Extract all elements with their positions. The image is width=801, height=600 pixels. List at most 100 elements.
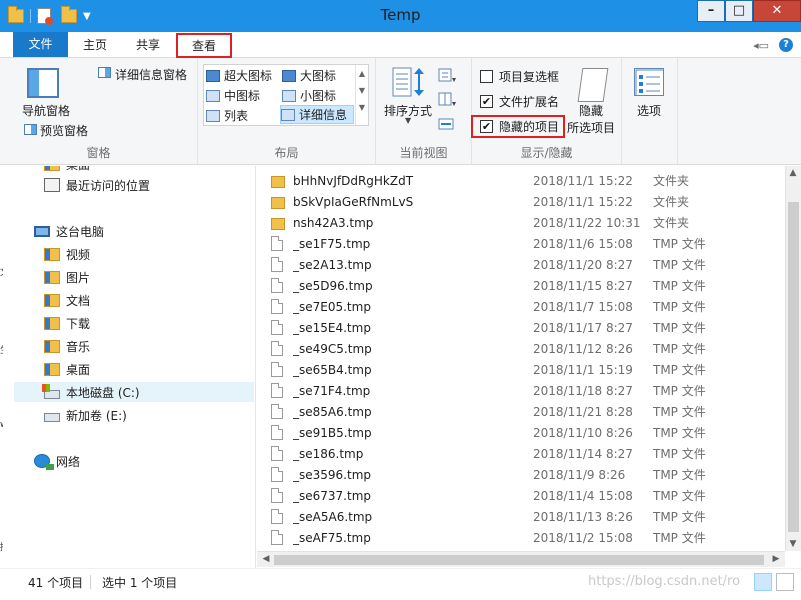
file-row[interactable]: bSkVpIaGeRfNmLvS 2018/11/1 15:22 文件夹 [271, 191, 783, 212]
file-date: 2018/11/17 8:27 [533, 320, 633, 335]
nav-item-new-volume[interactable]: 新加卷 (E:) [44, 405, 127, 425]
file-row[interactable]: _seAF75.tmp 2018/11/2 15:08 TMP 文件 [271, 527, 783, 548]
group-by-icon[interactable] [438, 68, 456, 84]
file-row[interactable]: _se65B4.tmp 2018/11/1 15:19 TMP 文件 [271, 359, 783, 380]
item-checkboxes-checkbox[interactable] [480, 70, 493, 83]
layout-medium-icons[interactable]: 中图标 [206, 86, 260, 105]
file-row[interactable]: _se5D96.tmp 2018/11/15 8:27 TMP 文件 [271, 275, 783, 296]
layout-list[interactable]: 列表 [206, 106, 248, 125]
background-window-edge: 文 [0, 265, 3, 279]
details-pane-button[interactable]: 详细信息窗格 [115, 66, 187, 83]
file-row[interactable]: _se85A6.tmp 2018/11/21 8:28 TMP 文件 [271, 401, 783, 422]
file-row[interactable]: _se7E05.tmp 2018/11/7 15:08 TMP 文件 [271, 296, 783, 317]
nav-item-music[interactable]: 音乐 [44, 336, 90, 356]
scroll-up-icon[interactable]: ▲ [786, 168, 800, 178]
file-row[interactable]: _se2A13.tmp 2018/11/20 8:27 TMP 文件 [271, 254, 783, 275]
nav-item-network[interactable]: 网络 [34, 451, 80, 471]
layout-small-icons[interactable]: 小图标 [282, 86, 336, 105]
close-button[interactable]: ✕ [753, 0, 801, 22]
file-type: 文件夹 [653, 174, 690, 188]
pin-icon[interactable]: ◂▭ [753, 39, 769, 52]
file-row[interactable]: _se71F4.tmp 2018/11/18 8:27 TMP 文件 [271, 380, 783, 401]
tab-file[interactable]: 文件 [13, 32, 68, 57]
navigation-pane: 桌面 最近访问的位置 这台电脑 视频 图片 文档 下载 音乐 桌面 本地磁盘 (… [0, 166, 256, 568]
nav-item-downloads[interactable]: 下载 [44, 313, 90, 333]
vertical-scrollbar[interactable]: ▲ ▼ [785, 166, 801, 551]
item-checkboxes-label[interactable]: 项目复选框 [499, 68, 559, 85]
file-extensions-checkbox[interactable]: ✔ [480, 95, 493, 108]
tab-share[interactable]: 共享 [125, 34, 171, 56]
horizontal-scrollbar[interactable]: ◀ ▶ [257, 551, 785, 567]
file-row[interactable]: _se91B5.tmp 2018/11/10 8:26 TMP 文件 [271, 422, 783, 443]
nav-item-documents[interactable]: 文档 [44, 290, 90, 310]
tab-home[interactable]: 主页 [72, 34, 118, 56]
nav-item-local-disk[interactable]: 本地磁盘 (C:) [14, 382, 254, 402]
layout-extra-large-icons[interactable]: 超大图标 [206, 66, 272, 85]
file-row[interactable]: _se6737.tmp 2018/11/4 15:08 TMP 文件 [271, 485, 783, 506]
horizontal-scroll-thumb[interactable] [274, 555, 764, 565]
nav-item-desktop-top[interactable]: 桌面 [44, 166, 90, 174]
hide-selected-line2[interactable]: 所选项目 [567, 119, 615, 136]
chevron-down-icon[interactable]: ▼ [356, 86, 368, 95]
small-icons-icon [282, 89, 296, 102]
file-row[interactable]: _se1F75.tmp 2018/11/6 15:08 TMP 文件 [271, 233, 783, 254]
watermark: https://blog.csdn.net/ro [588, 574, 741, 589]
file-extensions-label[interactable]: 文件扩展名 [499, 93, 559, 110]
chevron-up-icon[interactable]: ▲ [356, 69, 368, 78]
file-row[interactable]: _seA5A6.tmp 2018/11/13 8:26 TMP 文件 [271, 506, 783, 527]
nav-item-label: 这台电脑 [56, 224, 105, 239]
nav-item-pictures[interactable]: 图片 [44, 267, 90, 287]
tab-view[interactable]: 查看 [176, 33, 232, 58]
file-name: _se186.tmp [293, 446, 364, 461]
file-list: bHhNvJfDdRgHkZdT 2018/11/1 15:22 文件夹 bSkVpI… [257, 166, 785, 551]
scroll-right-icon[interactable]: ▶ [769, 554, 783, 564]
add-columns-icon[interactable] [438, 92, 456, 108]
minimize-button[interactable]: – [697, 0, 725, 22]
vertical-scroll-thumb[interactable] [788, 202, 799, 532]
group-show-hide: 项目复选框 ✔ 文件扩展名 ✔ 隐藏的项目 隐藏 所选项目 显示/隐藏 [472, 58, 622, 165]
details-view-button[interactable] [754, 573, 772, 591]
layout-gallery-scroll[interactable]: ▲ ▼ ▼ [355, 65, 368, 125]
file-name: bSkVpIaGeRfNmLvS [293, 194, 414, 209]
preview-pane-button[interactable]: 预览窗格 [40, 122, 88, 139]
nav-item-label: 文档 [66, 293, 91, 308]
file-row[interactable]: nsh42A3.tmp 2018/11/22 10:31 文件夹 [271, 212, 783, 233]
file-type: TMP 文件 [653, 426, 706, 440]
file-row[interactable]: _se3596.tmp 2018/11/9 8:26 TMP 文件 [271, 464, 783, 485]
navigation-pane-icon[interactable] [27, 68, 59, 98]
file-name: _se85A6.tmp [293, 404, 372, 419]
large-icons-view-button[interactable] [776, 573, 794, 591]
file-row[interactable]: _se186.tmp 2018/11/14 8:27 TMP 文件 [271, 443, 783, 464]
file-date: 2018/11/12 8:26 [533, 341, 633, 356]
size-columns-icon[interactable] [438, 116, 456, 132]
layout-label: 大图标 [300, 69, 337, 83]
file-date: 2018/11/10 8:26 [533, 425, 633, 440]
file-name: _se5D96.tmp [293, 278, 373, 293]
nav-item-this-pc[interactable]: 这台电脑 [34, 221, 104, 241]
large-icons-icon [282, 69, 296, 82]
layout-large-icons[interactable]: 大图标 [282, 66, 336, 85]
nav-item-videos[interactable]: 视频 [44, 244, 90, 264]
layout-details[interactable]: 详细信息 [280, 105, 354, 124]
hide-selected-line1[interactable]: 隐藏 [579, 102, 603, 119]
file-type: TMP 文件 [653, 447, 706, 461]
layout-label: 中图标 [224, 89, 261, 103]
chevron-down-icon[interactable]: ▼ [405, 116, 411, 125]
file-date: 2018/11/1 15:22 [533, 194, 633, 209]
nav-item-recent[interactable]: 最近访问的位置 [44, 175, 150, 195]
scroll-down-icon[interactable]: ▼ [786, 539, 800, 549]
background-window-edge: 接 [0, 540, 3, 554]
options-button[interactable]: 选项 [637, 102, 661, 119]
nav-item-desktop[interactable]: 桌面 [44, 359, 90, 379]
file-row[interactable]: _se15E4.tmp 2018/11/17 8:27 TMP 文件 [271, 317, 783, 338]
nav-item-label: 桌面 [66, 166, 90, 173]
maximize-button[interactable]: □ [725, 0, 753, 22]
layout-label: 超大图标 [224, 69, 273, 83]
preview-pane-icon [24, 124, 37, 135]
file-row[interactable]: bHhNvJfDdRgHkZdT 2018/11/1 15:22 文件夹 [271, 170, 783, 191]
scroll-left-icon[interactable]: ◀ [259, 554, 273, 564]
file-row[interactable]: _se49C5.tmp 2018/11/12 8:26 TMP 文件 [271, 338, 783, 359]
navigation-pane-button[interactable]: 导航窗格 [22, 102, 70, 119]
expand-gallery-icon[interactable]: ▼ [356, 103, 368, 112]
help-icon[interactable]: ? [779, 38, 793, 52]
